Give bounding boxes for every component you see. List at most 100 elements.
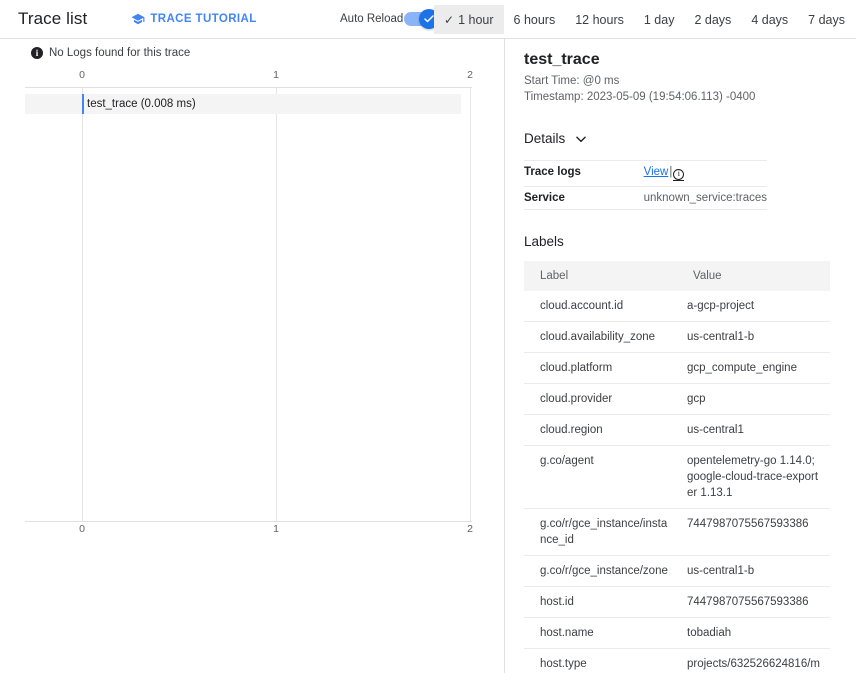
- time-range-4-days[interactable]: 4 days: [741, 5, 798, 34]
- trace-list-page: Trace list TRACE TUTORIAL Auto Reload ✓ 1: [0, 0, 856, 673]
- separator-pipe: |: [669, 166, 673, 178]
- axis-line-bottom: [25, 521, 472, 522]
- table-row: Trace logs View| i: [524, 160, 767, 187]
- table-row: host.name tobadiah: [524, 617, 830, 649]
- axis-line-top: [25, 87, 472, 88]
- time-range-6-hours[interactable]: 6 hours: [504, 5, 566, 34]
- trace-logs-value: View| i: [644, 161, 767, 187]
- time-range-12-hours[interactable]: 12 hours: [565, 5, 634, 34]
- table-row: cloud.provider gcp: [524, 383, 830, 415]
- time-range-label: 4 days: [751, 12, 789, 27]
- label-key: host.id: [524, 586, 677, 618]
- trace-start-time: Start Time: @0 ms: [524, 75, 620, 87]
- label-value: 7447987075567593386: [677, 586, 830, 618]
- label-value: 7447987075567593386: [677, 508, 830, 556]
- table-row: Service unknown_service:traces: [524, 186, 767, 209]
- table-row: cloud.account.id a-gcp-project: [524, 290, 830, 322]
- time-range-label: 2 days: [694, 12, 732, 27]
- info-filled-icon: i: [31, 47, 43, 59]
- table-row: g.co/r/gce_instance/zone us-central1-b: [524, 555, 830, 587]
- label-value: gcp: [677, 383, 830, 415]
- auto-reload-label: Auto Reload: [340, 13, 404, 25]
- label-value: us-central1: [677, 414, 830, 446]
- timeline-axis-top: 0 1 2: [0, 69, 504, 83]
- service-key: Service: [524, 191, 565, 204]
- labels-table-header-row: Label Value: [524, 260, 830, 291]
- page-title: Trace list: [18, 9, 88, 28]
- label-key: cloud.region: [524, 414, 677, 446]
- trace-tutorial-label: TRACE TUTORIAL: [150, 13, 257, 25]
- details-section-toggle[interactable]: Details: [524, 131, 836, 146]
- axis-tick-2: 2: [467, 523, 473, 535]
- gridline-0: [82, 87, 83, 522]
- trace-tutorial-link[interactable]: TRACE TUTORIAL: [131, 12, 256, 26]
- table-row: cloud.availability_zone us-central1-b: [524, 321, 830, 353]
- axis-tick-2: 2: [467, 69, 473, 81]
- table-row: host.id 7447987075567593386: [524, 586, 830, 618]
- trace-logs-info-wrap: i: [673, 166, 685, 181]
- gridline-1: [276, 87, 277, 522]
- label-value: us-central1-b: [677, 555, 830, 587]
- label-key: host.type: [524, 648, 677, 673]
- column-header-label: Label: [524, 260, 677, 291]
- label-key: g.co/r/gce_instance/instance_id: [524, 508, 677, 556]
- time-range-7-days[interactable]: 7 days: [798, 5, 855, 34]
- trace-timestamp: Timestamp: 2023-05-09 (19:54:06.113) -04…: [524, 91, 756, 103]
- axis-tick-0: 0: [79, 523, 85, 535]
- no-logs-notice: i No Logs found for this trace: [31, 47, 504, 59]
- table-row: cloud.region us-central1: [524, 414, 830, 446]
- label-value: us-central1-b: [677, 321, 830, 353]
- timeline-pane: i No Logs found for this trace 0 1 2 test_…: [0, 39, 505, 673]
- time-range-label: 7 days: [808, 12, 845, 27]
- auto-reload-control[interactable]: Auto Reload: [340, 9, 440, 29]
- time-range-label: 1 hour: [458, 12, 494, 27]
- time-range-label: 1 day: [643, 12, 675, 27]
- details-section-label: Details: [524, 131, 566, 146]
- time-range-label: 12 hours: [575, 12, 624, 27]
- column-header-value: Value: [677, 260, 830, 291]
- details-kv-table: Trace logs View| i Service unknown_servic…: [524, 160, 767, 210]
- timeline-axis-bottom: 0 1 2: [0, 523, 504, 537]
- label-key: cloud.provider: [524, 383, 677, 415]
- label-key: host.name: [524, 617, 677, 649]
- trace-span-row[interactable]: test_trace (0.008 ms): [25, 94, 461, 114]
- chevron-down-icon[interactable]: [574, 132, 588, 146]
- table-row: g.co/r/gce_instance/instance_id 744798707…: [524, 508, 830, 556]
- trace-span-label: test_trace (0.008 ms): [87, 98, 196, 110]
- table-row: cloud.platform gcp_compute_engine: [524, 352, 830, 384]
- axis-tick-1: 1: [273, 523, 279, 535]
- label-value: projects/632526624816/machineTypes/e2-sm…: [677, 648, 830, 673]
- graduation-cap-icon: [131, 12, 145, 26]
- time-range-2-days[interactable]: 2 days: [684, 5, 741, 34]
- service-value: unknown_service:traces: [643, 191, 767, 204]
- trace-logs-key: Trace logs: [524, 166, 581, 178]
- label-key: cloud.availability_zone: [524, 321, 677, 353]
- trace-span-bar: [82, 94, 84, 114]
- time-range-group: ✓ 1 hour 6 hours 12 hours 1 day 2 days 4 days 7…: [434, 0, 856, 39]
- label-key: cloud.platform: [524, 352, 677, 384]
- no-logs-message: No Logs found for this trace: [49, 47, 191, 59]
- time-range-1-hour[interactable]: ✓ 1 hour: [434, 5, 504, 34]
- trace-details-pane: test_trace Start Time: @0 ms Timestamp: …: [506, 39, 856, 673]
- label-key: g.co/r/gce_instance/zone: [524, 555, 677, 587]
- label-value: tobadiah: [677, 617, 830, 649]
- label-value: a-gcp-project: [677, 290, 830, 322]
- time-range-label: 6 hours: [513, 12, 556, 27]
- axis-tick-1: 1: [273, 69, 279, 81]
- info-outline-icon[interactable]: i: [673, 168, 685, 180]
- table-row: host.typeprojects/632526624816/machineTy…: [524, 648, 830, 673]
- view-logs-link[interactable]: View: [644, 166, 669, 178]
- gridline-2: [470, 87, 471, 522]
- app-header: Trace list TRACE TUTORIAL Auto Reload ✓ 1: [0, 0, 856, 39]
- label-key: cloud.account.id: [524, 290, 677, 322]
- axis-tick-0: 0: [79, 69, 85, 81]
- check-icon: ✓: [444, 12, 455, 27]
- time-range-1-day[interactable]: 1 day: [634, 5, 685, 34]
- table-row: g.co/agent opentelemetry-go 1.14.0; googl…: [524, 445, 830, 509]
- label-key: g.co/agent: [524, 445, 677, 509]
- labels-table: Label Value cloud.account.id a-gcp-projec…: [524, 260, 830, 673]
- label-value: gcp_compute_engine: [677, 352, 830, 384]
- labels-section-title: Labels: [524, 233, 564, 249]
- trace-timeline: 0 1 2 test_trace (0.008 ms) 0 1 2: [0, 69, 504, 535]
- trace-detail-title: test_trace: [524, 51, 600, 68]
